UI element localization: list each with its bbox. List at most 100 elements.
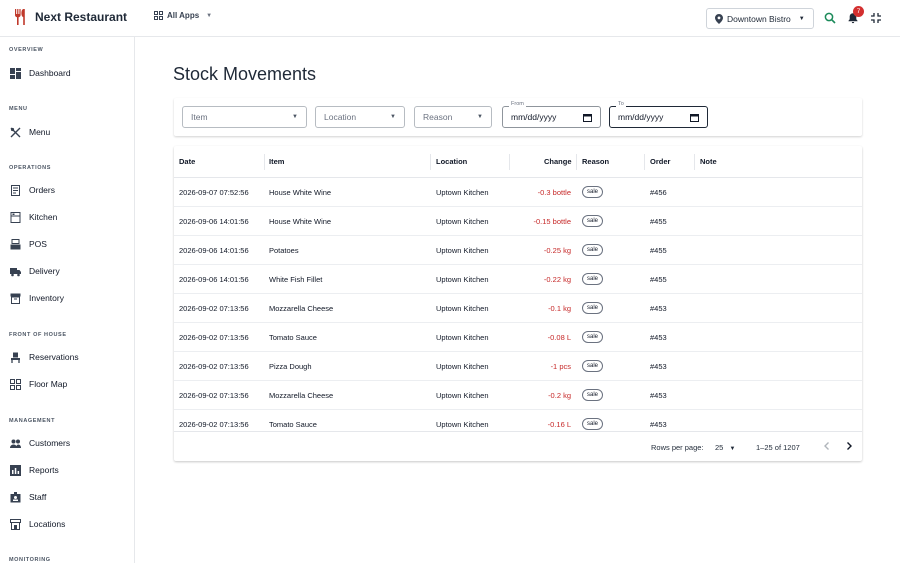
sidebar-item-customers[interactable]: Customers: [10, 436, 70, 450]
branch-label: Downtown Bistro: [727, 13, 791, 24]
cell-location: Uptown Kitchen: [436, 217, 489, 226]
cell-date: 2026-09-02 07:13:56: [179, 420, 249, 429]
previous-page-button[interactable]: [822, 441, 832, 451]
sidebar-item-label: Menu: [29, 127, 51, 137]
sidebar-item-pos[interactable]: POS: [10, 237, 47, 251]
column-header-reason[interactable]: Reason: [582, 157, 609, 166]
archive-icon: [10, 293, 21, 304]
pagination-range: 1–25 of 1207: [756, 443, 800, 452]
location-filter-label: Location: [324, 112, 357, 122]
kitchen-icon: [10, 211, 21, 223]
section-management: MANAGEMENT: [9, 418, 56, 424]
cell-order: #455: [650, 275, 667, 284]
reason-chip: sale: [582, 186, 604, 198]
sidebar-item-inventory[interactable]: Inventory: [10, 291, 64, 305]
table-header: Date Item Location Change Reason Order N…: [174, 146, 862, 178]
cell-item: House White Wine: [269, 217, 332, 226]
reason-chip: sale: [582, 215, 604, 227]
sidebar-item-label: Locations: [29, 519, 66, 529]
sidebar-item-orders[interactable]: Orders: [10, 183, 55, 197]
table-row[interactable]: 2026-09-06 14:01:56 Potatoes Uptown Kitc…: [174, 236, 862, 265]
sidebar-item-label: Customers: [29, 438, 71, 448]
reason-filter-label: Reason: [423, 112, 453, 122]
cell-location: Uptown Kitchen: [436, 275, 489, 284]
sidebar-item-floor-map[interactable]: Floor Map: [10, 377, 67, 391]
table-row[interactable]: 2026-09-02 07:13:56 Mozzarella Cheese Up…: [174, 381, 862, 410]
column-header-change[interactable]: Change: [544, 157, 572, 166]
section-overview: OVERVIEW: [9, 47, 44, 53]
sidebar-item-reports[interactable]: Reports: [10, 463, 59, 477]
cell-change: -0.25 kg: [543, 246, 571, 255]
cell-date: 2026-09-07 07:52:56: [179, 188, 249, 197]
cell-item: Mozzarella Cheese: [269, 304, 334, 313]
cell-item: Pizza Dough: [269, 362, 312, 371]
column-divider[interactable]: [644, 154, 645, 170]
column-divider[interactable]: [509, 154, 510, 170]
cell-date: 2026-09-06 14:01:56: [179, 275, 249, 284]
sidebar-item-locations[interactable]: Locations: [10, 517, 65, 531]
column-divider[interactable]: [694, 154, 695, 170]
from-date-input[interactable]: From mm/dd/yyyy: [502, 101, 601, 128]
utensils-icon: [15, 9, 25, 25]
column-header-note[interactable]: Note: [700, 157, 717, 166]
collapse-icon[interactable]: [870, 12, 882, 24]
from-date-value: mm/dd/yyyy: [511, 112, 557, 122]
column-header-location[interactable]: Location: [436, 157, 467, 166]
all-apps-label: All Apps: [167, 11, 200, 20]
table-row[interactable]: 2026-09-06 14:01:56 House White Wine Upt…: [174, 207, 862, 236]
all-apps-menu[interactable]: All Apps ▼: [154, 11, 212, 20]
reason-filter-select[interactable]: Reason ▼: [414, 106, 492, 128]
cell-date: 2026-09-02 07:13:56: [179, 333, 249, 342]
item-filter-select[interactable]: Item ▼: [182, 106, 307, 128]
location-pin-icon: [715, 13, 723, 24]
cell-order: #455: [650, 246, 667, 255]
calendar-icon[interactable]: [583, 113, 592, 122]
table-row[interactable]: 2026-09-02 07:13:56 Mozzarella Cheese Up…: [174, 294, 862, 323]
cell-change: -0.1 kg: [548, 304, 571, 313]
sidebar-item-menu[interactable]: Menu: [10, 125, 50, 139]
rows-per-page-value: 25: [715, 443, 724, 452]
sidebar-item-dashboard[interactable]: Dashboard: [10, 66, 71, 80]
column-divider[interactable]: [264, 154, 265, 170]
cell-location: Uptown Kitchen: [436, 362, 489, 371]
next-page-button[interactable]: [844, 441, 854, 451]
table-pagination: Rows per page: 25 ▼ 1–25 of 1207: [174, 431, 862, 461]
search-icon[interactable]: [824, 12, 836, 24]
column-header-date[interactable]: Date: [179, 157, 195, 166]
rows-per-page-select[interactable]: 25 ▼: [715, 443, 735, 452]
to-date-input[interactable]: To mm/dd/yyyy: [609, 101, 708, 128]
calendar-icon[interactable]: [690, 113, 699, 122]
sidebar-item-staff[interactable]: Staff: [10, 490, 46, 504]
chair-icon: [11, 352, 20, 363]
sidebar-item-delivery[interactable]: Delivery: [10, 264, 60, 278]
location-filter-select[interactable]: Location ▼: [315, 106, 405, 128]
column-header-order[interactable]: Order: [650, 157, 670, 166]
cell-order: #455: [650, 217, 667, 226]
cell-change: -0.22 kg: [543, 275, 571, 284]
store-icon: [10, 518, 21, 530]
table-row[interactable]: 2026-09-02 07:13:56 Pizza Dough Uptown K…: [174, 352, 862, 381]
cell-order: #453: [650, 304, 667, 313]
table-row[interactable]: 2026-09-07 07:52:56 House White Wine Upt…: [174, 178, 862, 207]
column-header-item[interactable]: Item: [269, 157, 284, 166]
cell-order: #453: [650, 333, 667, 342]
column-divider[interactable]: [576, 154, 577, 170]
truck-icon: [10, 267, 21, 276]
table-row[interactable]: 2026-09-02 07:13:56 Tomato Sauce Uptown …: [174, 410, 862, 431]
sidebar-item-label: Reservations: [29, 352, 79, 362]
column-divider[interactable]: [430, 154, 431, 170]
cell-order: #453: [650, 391, 667, 400]
bar-chart-icon: [10, 464, 21, 476]
utensils-icon: [10, 127, 21, 137]
cell-item: Mozzarella Cheese: [269, 391, 334, 400]
table-row[interactable]: 2026-09-06 14:01:56 White Fish Fillet Up…: [174, 265, 862, 294]
table-row[interactable]: 2026-09-02 07:13:56 Tomato Sauce Uptown …: [174, 323, 862, 352]
branch-selector[interactable]: Downtown Bistro ▼: [706, 8, 814, 29]
sidebar-item-label: Delivery: [29, 266, 60, 276]
brand[interactable]: Next Restaurant: [14, 9, 127, 25]
sidebar-item-kitchen[interactable]: Kitchen: [10, 210, 57, 224]
sidebar: OVERVIEW Dashboard MENU Menu OPERATIONS …: [0, 37, 135, 563]
reason-chip: sale: [582, 360, 604, 372]
chevron-down-icon: ▼: [292, 114, 298, 120]
sidebar-item-reservations[interactable]: Reservations: [10, 350, 79, 364]
